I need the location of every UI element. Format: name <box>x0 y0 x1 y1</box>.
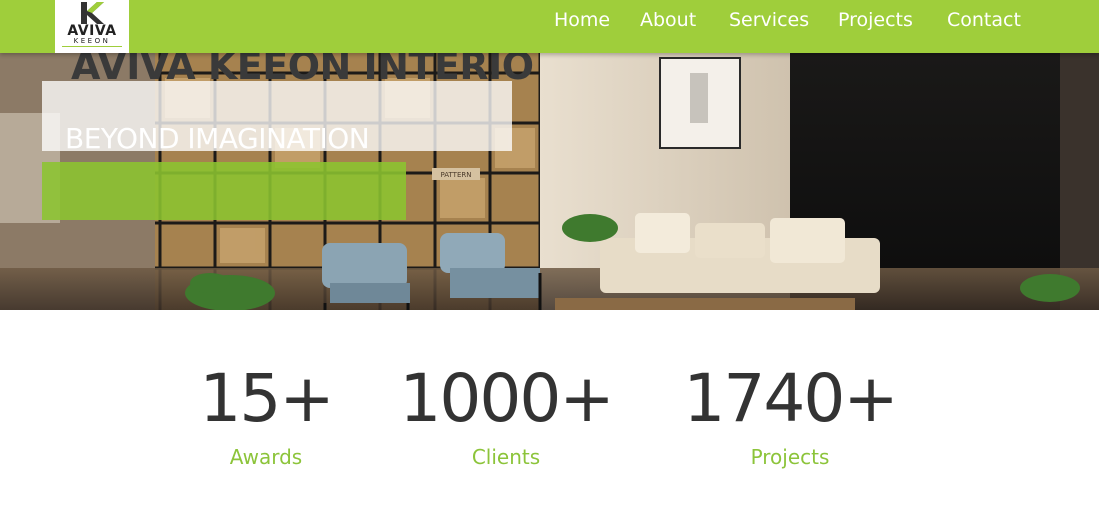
nav-home[interactable]: Home <box>554 9 610 31</box>
stat-projects: 1740+ Projects <box>680 364 900 470</box>
nav-services[interactable]: Services <box>729 9 809 31</box>
nav-contact[interactable]: Contact <box>947 9 1021 31</box>
logo-subword: KEEON <box>73 37 111 45</box>
nav-about[interactable]: About <box>640 9 696 31</box>
stat-label: Awards <box>229 445 303 469</box>
site-logo[interactable]: AVIVA KEEON <box>55 0 129 53</box>
stat-awards: 15+ Awards <box>196 364 336 470</box>
hero-tagline-backdrop <box>42 162 406 220</box>
hero-banner: PATTERN <box>0 53 1099 310</box>
stat-clients: 1000+ Clients <box>396 364 616 470</box>
stat-value: 1740+ <box>683 360 898 437</box>
stat-label: Projects <box>750 445 830 469</box>
stat-value: 15+ <box>199 360 334 437</box>
stat-value: 1000+ <box>399 360 614 437</box>
hero-tagline: BEYOND IMAGINATION <box>65 122 370 155</box>
logo-k-icon <box>75 1 109 25</box>
site-header: AVIVA KEEON Home About Services Projects… <box>0 0 1099 53</box>
nav-projects[interactable]: Projects <box>838 9 913 31</box>
logo-underline <box>62 46 122 49</box>
hero-pattern-sign: PATTERN <box>441 171 472 179</box>
stat-label: Clients <box>471 445 541 469</box>
logo-wordmark: AVIVA <box>67 23 117 39</box>
